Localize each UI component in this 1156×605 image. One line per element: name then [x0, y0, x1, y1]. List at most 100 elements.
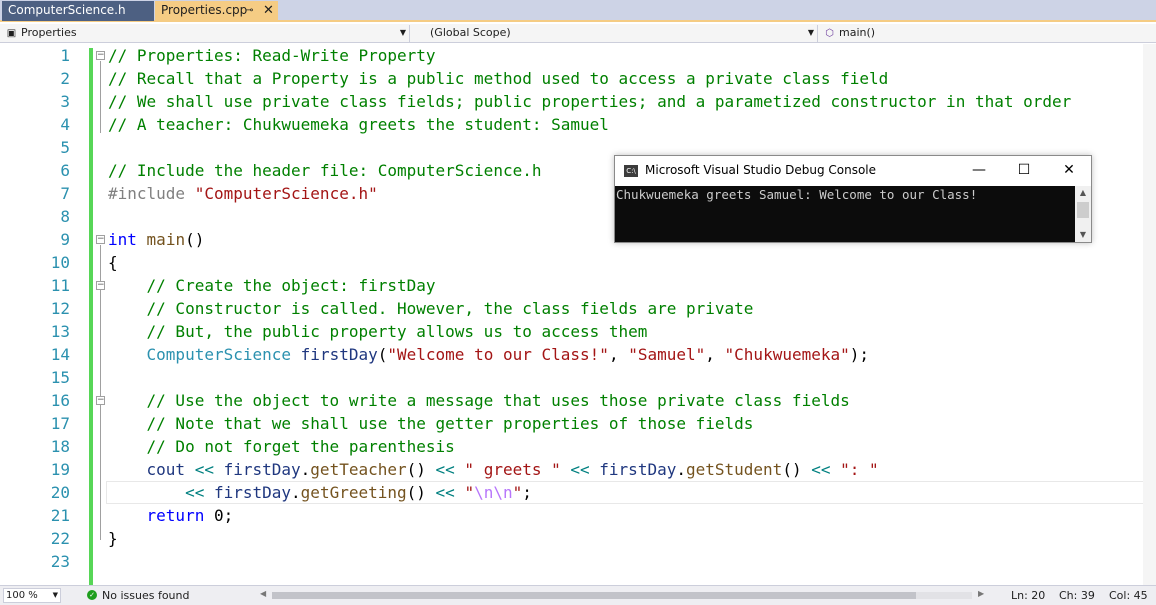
document-tab-bar: ComputerScience.h Properties.cpp ⊸ ✕ [0, 0, 1156, 22]
code-text: << firstDay.getGreeting() << "\n\n"; [185, 483, 532, 502]
pin-icon[interactable]: ⊸ [245, 1, 253, 20]
code-editor[interactable]: − − − − 1 // Properties: Read-Write Prop… [0, 44, 1156, 592]
code-text: // We shall use private class fields; pu… [108, 92, 1072, 111]
line-number: 23 [50, 552, 70, 571]
line-number: 20 [50, 483, 70, 502]
line-number: 4 [60, 115, 70, 134]
close-button[interactable]: ✕ [1049, 159, 1089, 181]
chevron-down-icon[interactable]: ▼ [1075, 228, 1091, 242]
char-indicator: Ch: 39 [1059, 589, 1095, 602]
divider [817, 25, 818, 42]
console-scrollbar[interactable]: ▲ ▼ [1075, 186, 1091, 242]
code-text: cout << firstDay.getTeacher() << " greet… [146, 460, 879, 479]
line-number: 16 [50, 391, 70, 410]
console-title: Microsoft Visual Studio Debug Console [645, 163, 877, 177]
check-circle-icon: ✓ [87, 590, 97, 600]
line-indicator: Ln: 20 [1011, 589, 1046, 602]
line-number: 3 [60, 92, 70, 111]
line-number: 19 [50, 460, 70, 479]
code-line: 14 ComputerScience firstDay("Welcome to … [0, 343, 1156, 366]
code-text: // Properties: Read-Write Property [108, 46, 436, 65]
project-label: Properties [21, 26, 77, 39]
code-line: 3 // We shall use private class fields; … [0, 90, 1156, 113]
member-dropdown[interactable]: ⬡ main() [820, 25, 1156, 42]
line-number: 6 [60, 161, 70, 180]
tab-label: ComputerScience.h [8, 3, 126, 17]
scrollbar-thumb[interactable] [272, 592, 916, 599]
code-text: } [108, 529, 118, 548]
line-number: 1 [60, 46, 70, 65]
code-text: int main() [108, 230, 205, 249]
console-output-area[interactable]: Chukwuemeka greets Samuel: Welcome to ou… [615, 186, 1075, 242]
chevron-left-icon[interactable]: ◀ [260, 589, 266, 598]
chevron-right-icon[interactable]: ▶ [978, 589, 984, 598]
tab-computerscience-h[interactable]: ComputerScience.h [2, 1, 154, 21]
minimize-button[interactable]: — [959, 159, 999, 181]
line-number: 22 [50, 529, 70, 548]
line-number: 13 [50, 322, 70, 341]
scrollbar-thumb[interactable] [1077, 202, 1089, 218]
issues-status[interactable]: No issues found [102, 589, 189, 602]
divider [409, 25, 410, 42]
code-line: 12 // Constructor is called. However, th… [0, 297, 1156, 320]
code-text: // Recall that a Property is a public me… [108, 69, 889, 88]
zoom-dropdown[interactable]: 100 % ▼ [3, 588, 61, 603]
code-text: return 0; [146, 506, 234, 525]
code-text: { [108, 253, 118, 272]
code-line: 10 { [0, 251, 1156, 274]
console-title-bar[interactable]: C:\ Microsoft Visual Studio Debug Consol… [615, 156, 1091, 186]
close-icon[interactable]: ✕ [263, 1, 274, 20]
code-text: // Note that we shall use the getter pro… [146, 414, 754, 433]
code-text: // A teacher: Chukwuemeka greets the stu… [108, 115, 609, 134]
status-bar: 100 % ▼ ✓ No issues found ◀ ▶ Ln: 20 Ch:… [0, 585, 1156, 605]
line-number: 12 [50, 299, 70, 318]
code-line: 1 // Properties: Read-Write Property [0, 44, 1156, 67]
navigation-bar: ▣ Properties ▼ (Global Scope) ▼ ⬡ main() [0, 24, 1156, 43]
code-text: // Use the object to write a message tha… [146, 391, 850, 410]
code-line: 18 // Do not forget the parenthesis [0, 435, 1156, 458]
code-text: // But, the public property allows us to… [146, 322, 648, 341]
chevron-down-icon: ▼ [807, 28, 814, 37]
chevron-down-icon: ▼ [399, 28, 406, 37]
line-number: 21 [50, 506, 70, 525]
line-number: 11 [50, 276, 70, 295]
debug-console-window[interactable]: C:\ Microsoft Visual Studio Debug Consol… [614, 155, 1092, 243]
line-number: 7 [60, 184, 70, 203]
code-line: 15 [0, 366, 1156, 389]
horizontal-scrollbar[interactable] [272, 592, 972, 599]
member-label: main() [839, 26, 876, 39]
line-number: 8 [60, 207, 70, 226]
line-number: 17 [50, 414, 70, 433]
maximize-button[interactable]: ☐ [1004, 159, 1044, 181]
scope-label: (Global Scope) [430, 26, 511, 39]
column-indicator: Col: 45 [1109, 589, 1148, 602]
code-text: // Constructor is called. However, the c… [146, 299, 754, 318]
vertical-scrollbar[interactable] [1143, 44, 1156, 585]
line-number: 5 [60, 138, 70, 157]
console-output-text: Chukwuemeka greets Samuel: Welcome to ou… [616, 187, 978, 202]
code-line: 20 << firstDay.getGreeting() << "\n\n"; [0, 481, 1156, 504]
code-line: 19 cout << firstDay.getTeacher() << " gr… [0, 458, 1156, 481]
code-text: // Include the header file: ComputerScie… [108, 161, 542, 180]
line-number: 14 [50, 345, 70, 364]
tab-properties-cpp[interactable]: Properties.cpp ⊸ ✕ [155, 1, 278, 21]
line-number: 9 [60, 230, 70, 249]
line-number: 18 [50, 437, 70, 456]
scope-dropdown[interactable]: (Global Scope) ▼ [412, 25, 816, 42]
code-line: 21 return 0; [0, 504, 1156, 527]
code-line: 23 [0, 550, 1156, 573]
project-icon: ▣ [6, 28, 17, 39]
code-line: 11 // Create the object: firstDay [0, 274, 1156, 297]
console-app-icon: C:\ [624, 165, 638, 177]
chevron-up-icon[interactable]: ▲ [1075, 186, 1091, 200]
code-line: 17 // Note that we shall use the getter … [0, 412, 1156, 435]
chevron-down-icon: ▼ [52, 591, 58, 599]
zoom-level: 100 % [6, 590, 38, 601]
code-text: #include "ComputerScience.h" [108, 184, 378, 203]
line-number: 15 [50, 368, 70, 387]
code-line: 13 // But, the public property allows us… [0, 320, 1156, 343]
code-text: ComputerScience firstDay("Welcome to our… [146, 345, 870, 364]
tab-label: Properties.cpp [161, 3, 248, 17]
code-text: // Do not forget the parenthesis [146, 437, 455, 456]
project-dropdown[interactable]: ▣ Properties ▼ [2, 25, 408, 42]
